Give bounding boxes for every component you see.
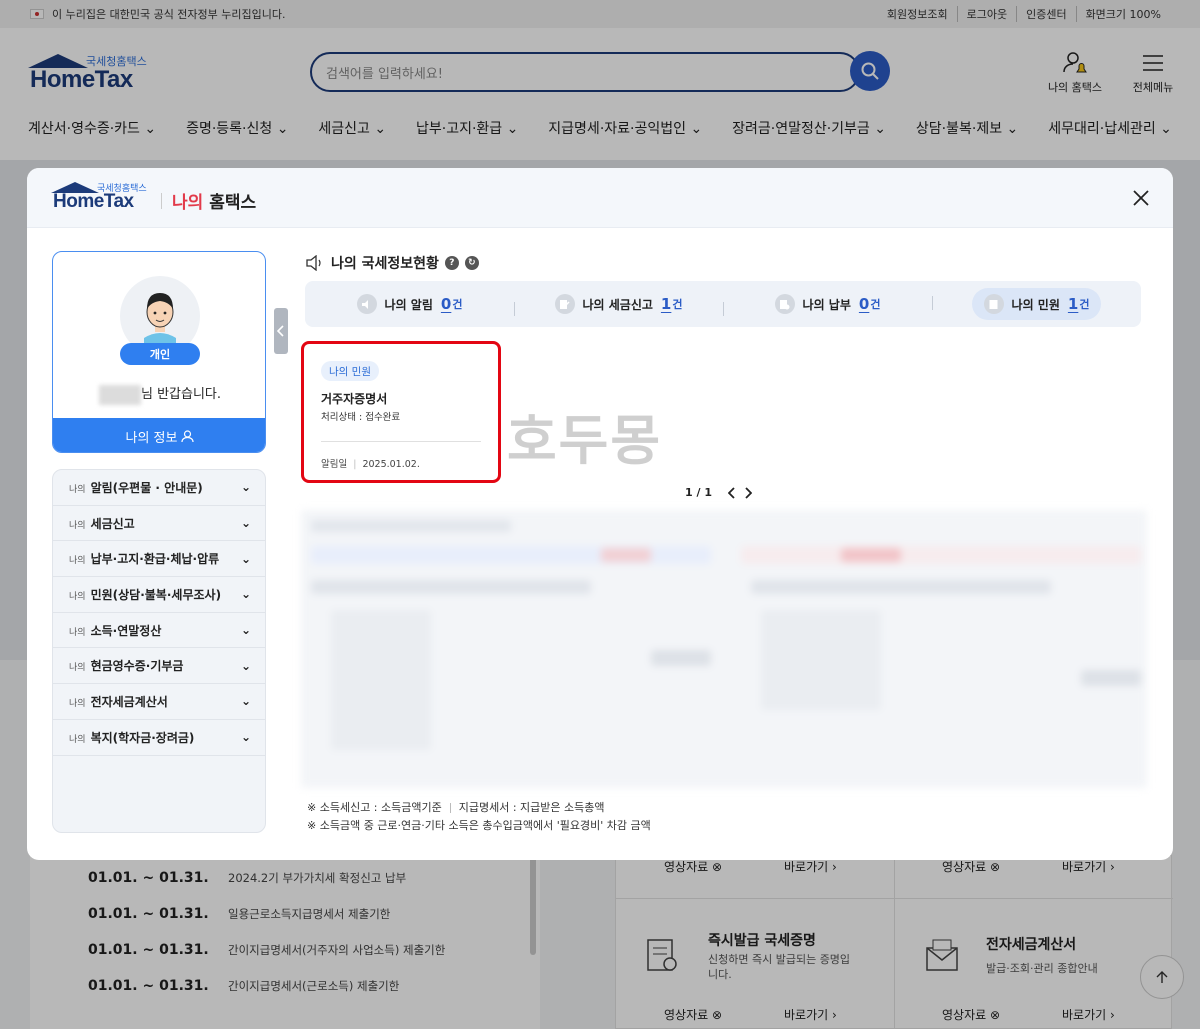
payment-icon (774, 294, 795, 314)
page-indicator: 1 / 1 (685, 486, 712, 499)
side-menu-item[interactable]: 나의 납부·고지·환급·체납·압류 ⌄ (53, 541, 265, 578)
civil-request-card[interactable]: 나의 민원 거주자증명서 처리상태 : 접수완료 알림일 | 2025.01.02. (301, 341, 501, 483)
refresh-icon[interactable]: ↻ (464, 256, 479, 270)
blurred-name (98, 384, 141, 405)
footnotes: ※ 소득세신고 : 소득금액기준 지급명세서 : 지급받은 소득총액 ※ 소득금액… (307, 801, 651, 832)
side-menu-item[interactable]: 나의 민원(상담·불복·세무조사) ⌄ (53, 577, 265, 613)
greeting-text: 님 반갑습니다. (53, 383, 265, 405)
sidebar-collapse-button[interactable] (274, 308, 288, 354)
side-menu-item[interactable]: 나의 현금영수증·기부금 ⌄ (53, 648, 265, 685)
stat-payment[interactable]: 나의 납부 0건 (723, 294, 932, 316)
stat-civil-requests[interactable]: 나의 민원 1건 (932, 288, 1141, 320)
side-menu-item[interactable]: 나의 세금신고 ⌄ (53, 506, 265, 542)
chevron-down-icon: ⌄ (240, 587, 251, 602)
my-info-button[interactable]: 나의 정보 (53, 418, 265, 452)
section-title: 나의 국세정보현황 ? ↻ (305, 253, 479, 273)
chevron-down-icon: ⌄ (240, 480, 251, 495)
side-menu-item[interactable]: 나의 복지(학자금·장려금) ⌄ (53, 720, 265, 756)
civil-request-icon (983, 294, 1004, 314)
chevron-down-icon: ⌄ (240, 516, 251, 531)
side-menu-item[interactable]: 나의 알림(우편물 · 안내문) ⌄ (53, 470, 265, 506)
card-status: 처리상태 : 접수완료 (321, 412, 401, 423)
modal-title: 나의 홈택스 (161, 188, 256, 213)
hometax-logo: 국세청홈택스 HomeTax (51, 182, 147, 212)
my-hometax-modal: 국세청홈택스 HomeTax 나의 홈택스 개인 님 반갑습니다. 나의 정보 (27, 168, 1173, 860)
chevron-down-icon: ⌄ (240, 730, 251, 745)
side-menu-item[interactable]: 나의 전자세금계산서 ⌄ (53, 684, 265, 720)
stat-tax-filing[interactable]: 나의 세금신고 1건 (514, 294, 723, 316)
blurred-content (301, 510, 1147, 788)
stat-notifications[interactable]: 나의 알림 0건 (305, 294, 514, 314)
chevron-left-icon[interactable] (727, 486, 736, 499)
watermark: 호두몽 (507, 409, 663, 472)
side-menu-item[interactable]: 나의 소득·연말정산 ⌄ (53, 613, 265, 649)
user-type-badge: 개인 (120, 343, 200, 365)
card-title: 거주자증명서 (321, 392, 388, 406)
help-icon[interactable]: ? (444, 256, 459, 270)
chevron-left-icon (277, 325, 284, 337)
side-menu: 나의 알림(우편물 · 안내문) ⌄ 나의 세금신고 ⌄ 나의 납부·고지·환급·체납·압… (52, 469, 266, 833)
notification-icon (356, 294, 377, 314)
user-icon (181, 429, 195, 442)
card-date: 알림일 | 2025.01.02. (321, 459, 420, 470)
modal-header: 국세청홈택스 HomeTax 나의 홈택스 (27, 168, 1173, 228)
chevron-right-icon[interactable] (744, 486, 752, 499)
document-edit-icon (554, 294, 575, 314)
profile-card: 개인 님 반갑습니다. 나의 정보 (52, 251, 266, 453)
chevron-down-icon: ⌄ (240, 551, 251, 566)
chevron-down-icon: ⌄ (240, 623, 251, 638)
pagination: 1 / 1 (685, 486, 752, 499)
close-icon[interactable] (1131, 188, 1151, 208)
speaker-icon (306, 255, 321, 271)
card-tag: 나의 민원 (321, 361, 379, 381)
chevron-down-icon: ⌄ (240, 658, 251, 673)
stats-bar: 나의 알림 0건 나의 세금신고 1건 나의 납부 0건 나의 민원 1건 (305, 281, 1141, 327)
chevron-down-icon: ⌄ (240, 694, 251, 709)
